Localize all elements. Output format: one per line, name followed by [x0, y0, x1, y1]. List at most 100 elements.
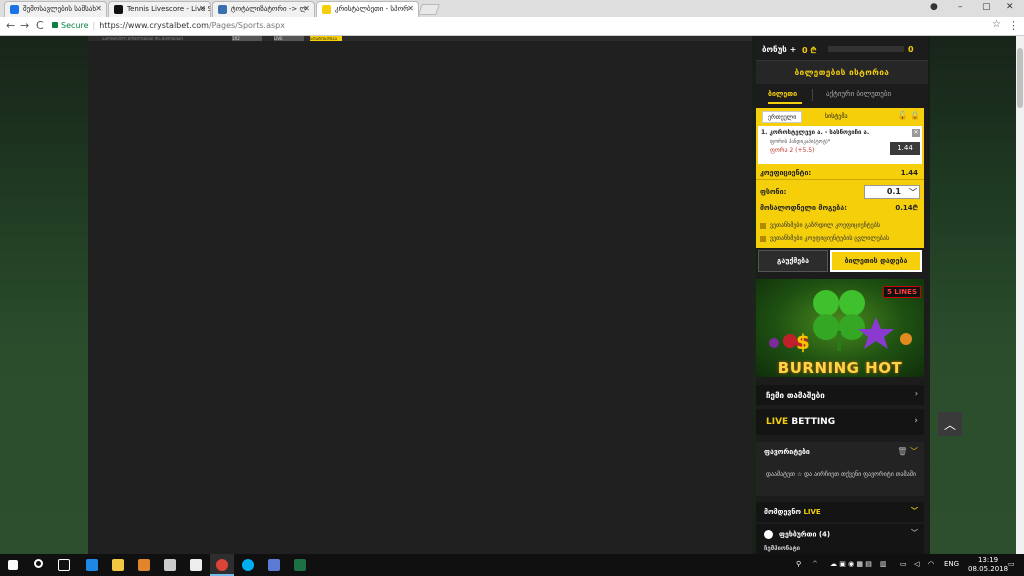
- tab-underline: [768, 102, 802, 104]
- chrome-menu-icon[interactable]: ⋮: [1008, 19, 1019, 32]
- scrollbar-thumb[interactable]: [1017, 48, 1023, 108]
- page-scrollbar[interactable]: [1016, 36, 1024, 554]
- edge-icon[interactable]: [86, 559, 98, 571]
- browser-tab-totalizator[interactable]: ტოტალიზატორი -> ლ ✕: [212, 1, 315, 17]
- tennis-favicon-icon: [114, 5, 123, 14]
- browser-tab-revenue[interactable]: შემოსავლების სამსახ ✕: [4, 1, 107, 17]
- task-view-icon[interactable]: [58, 559, 70, 571]
- calculator-icon[interactable]: [190, 559, 202, 571]
- tab-ticket[interactable]: ბილეთი: [768, 90, 797, 98]
- wifi-icon[interactable]: ◠: [928, 560, 934, 568]
- trash-icon[interactable]: 🗑 ﹀: [897, 446, 918, 457]
- bonus-label: ბონუს +: [762, 45, 797, 54]
- maximize-button[interactable]: ▢: [982, 2, 991, 12]
- menu-live-betting[interactable]: LIVE BETTING ›: [756, 409, 924, 435]
- favorites-panel: ფავორიტები 🗑 ﹀ დაამატეთ ☆ და აირჩიეთ თქვ…: [756, 442, 924, 496]
- bookmark-star-icon[interactable]: ☆: [992, 19, 1001, 30]
- filter-pill-live[interactable]: LIVE: [274, 36, 304, 41]
- remove-selection-icon[interactable]: ✕: [912, 129, 920, 137]
- battery-icon[interactable]: ▭: [900, 560, 907, 568]
- chevron-down-icon[interactable]: ﹀: [910, 447, 918, 456]
- selection-odd: 1.44: [890, 142, 920, 155]
- close-tab-icon[interactable]: ✕: [407, 4, 414, 13]
- coef-value: 1.44: [900, 169, 918, 177]
- filter-pill-stats[interactable]: ᲡᲢᲐᲢᲘᲡᲢᲘᲙᲐ: [310, 36, 342, 41]
- back-button[interactable]: ←: [6, 19, 15, 32]
- site-favicon-icon: [218, 5, 227, 14]
- file-explorer-icon[interactable]: [112, 559, 124, 571]
- excel-icon[interactable]: [294, 559, 306, 571]
- windows-start-icon[interactable]: [8, 560, 18, 570]
- promo-badge: 5 LINES: [882, 286, 921, 298]
- new-tab-button[interactable]: [417, 4, 441, 15]
- mode-single-button[interactable]: ერთეული: [762, 111, 803, 123]
- selection-event: 1. კოროსტელევი ა. - სასნოვიჩი ა.: [761, 129, 870, 136]
- clock-time: 13:19: [977, 556, 999, 564]
- profile-icon[interactable]: ●: [930, 2, 938, 12]
- win-value: 0.14₾: [895, 204, 918, 212]
- close-tab-icon[interactable]: ✕: [303, 4, 310, 13]
- favorites-hint: დაამატეთ ☆ და აირჩიეთ თქვენი ფავორიტი თა…: [766, 471, 916, 478]
- chrome-icon[interactable]: [216, 559, 228, 571]
- betslip-panel: ერთეული სისტემა 🔓 🔒 1. კოროსტელევი ა. - …: [756, 108, 924, 248]
- stake-input[interactable]: 0.1 ﹀: [864, 185, 920, 199]
- pen-app-icon[interactable]: [164, 559, 176, 571]
- cancel-button[interactable]: გაუქმება: [758, 250, 828, 272]
- close-tab-icon[interactable]: ✕: [199, 4, 206, 13]
- system-clock[interactable]: 13:19 08.05.2018: [968, 556, 1008, 574]
- stake-dropdown-icon[interactable]: ﹀: [909, 187, 917, 198]
- place-bet-button[interactable]: ბილეთის დადება: [830, 250, 922, 272]
- browser-tab-crystalbet[interactable]: კრისტალბეთი - სპორ ✕: [316, 1, 419, 17]
- network-icon[interactable]: ▥: [880, 560, 887, 568]
- tab-divider: [812, 89, 813, 101]
- remote-desktop-icon[interactable]: [268, 559, 280, 571]
- menu-championship[interactable]: ჩემპიონატი: [756, 544, 924, 554]
- mode-system-button[interactable]: სისტემა: [820, 111, 853, 123]
- language-indicator[interactable]: ENG: [944, 560, 959, 568]
- ticket-history-button[interactable]: ბილეთების ისტორია: [756, 60, 928, 84]
- accept-odds-change-checkbox[interactable]: ვეთანხმები კოეფიციენტების ცვლილებას: [760, 235, 889, 242]
- menu-football[interactable]: ფეხბურთი (4) ﹀: [756, 524, 924, 544]
- notifications-icon[interactable]: ▭: [1008, 560, 1015, 568]
- content-header-text: ᲡᲞᲝᲠᲢᲣᲚᲘ ᲛᲝᲕᲚᲔᲜᲔᲑᲘ ᲓᲐ ᲨᲔᲓᲔᲒᲔᲑᲘ: [102, 36, 183, 41]
- tab-active-tickets[interactable]: აქტიური ბილეთები: [826, 90, 891, 98]
- crystalbet-favicon-icon: [322, 5, 331, 14]
- menu-upcoming-live[interactable]: მომდევნო LIVE ﹀: [756, 502, 924, 522]
- potential-win: მოსალოდნელი მოგება: 0.14₾: [756, 202, 924, 216]
- filter-pill-1x2[interactable]: 1X2: [232, 36, 262, 41]
- tray-chevron-up-icon[interactable]: ^: [812, 560, 818, 568]
- selection-pick: ფორა 2 (+5.5): [770, 147, 815, 154]
- checkbox-icon[interactable]: [760, 222, 766, 229]
- main-content-area: ᲡᲞᲝᲠᲢᲣᲚᲘ ᲛᲝᲕᲚᲔᲜᲔᲑᲘ ᲓᲐ ᲨᲔᲓᲔᲒᲔᲑᲘ 1X2 LIVE …: [88, 36, 752, 554]
- accept-higher-odds-checkbox[interactable]: ვეთანხმები გაზრდილ კოეფიციენტებს: [760, 222, 880, 229]
- stadium-background-right: [930, 36, 1024, 554]
- lock-icon[interactable]: 🔓 🔒: [898, 111, 920, 120]
- stake-label: ფსონი:: [760, 188, 787, 196]
- volume-icon[interactable]: ◁: [914, 560, 919, 568]
- address-bar[interactable]: Secure | https://www.crystalbet.com/Pages/…: [52, 19, 1004, 34]
- coef-label: კოეფიციენტი:: [760, 169, 812, 177]
- browser-tab-tennis[interactable]: Tennis Livescore - Live Sc ✕: [108, 1, 211, 17]
- checkbox-icon[interactable]: [760, 235, 766, 242]
- content-header-strip: ᲡᲞᲝᲠᲢᲣᲚᲘ ᲛᲝᲕᲚᲔᲜᲔᲑᲘ ᲓᲐ ᲨᲔᲓᲔᲒᲔᲑᲘ 1X2 LIVE …: [88, 36, 752, 41]
- close-tab-icon[interactable]: ✕: [95, 4, 102, 13]
- people-icon[interactable]: ⚲: [796, 560, 801, 568]
- scroll-to-top-button[interactable]: ︿: [938, 412, 962, 436]
- skype-icon[interactable]: [242, 559, 254, 571]
- menu-my-games[interactable]: ჩემი თამაშები ›: [756, 385, 924, 405]
- lock-icon: [52, 22, 58, 28]
- globe-icon: [10, 5, 19, 14]
- tray-app-icons[interactable]: ☁ ▣ ◉ ▦ ▤: [830, 560, 872, 568]
- minimize-button[interactable]: –: [958, 2, 963, 12]
- burning-hot-banner[interactable]: $ 5 LINES BURNING HOT: [756, 279, 924, 377]
- search-icon[interactable]: [34, 559, 43, 568]
- close-window-button[interactable]: ✕: [1006, 2, 1014, 12]
- reload-button[interactable]: C: [36, 19, 44, 32]
- betslip-sidebar: ბონუს + 0 ₾ 0 ბილეთების ისტორია ბილეთი ა…: [756, 36, 928, 554]
- stake-row: ფსონი: 0.1 ﹀: [756, 184, 924, 200]
- outlook-icon[interactable]: [138, 559, 150, 571]
- url-host: https://www.crystalbet.com: [99, 21, 209, 30]
- bet-selection: 1. კოროსტელევი ა. - სასნოვიჩი ა. ✕ ფორის…: [758, 126, 922, 164]
- football-icon: [764, 530, 773, 539]
- forward-button[interactable]: →: [20, 19, 29, 32]
